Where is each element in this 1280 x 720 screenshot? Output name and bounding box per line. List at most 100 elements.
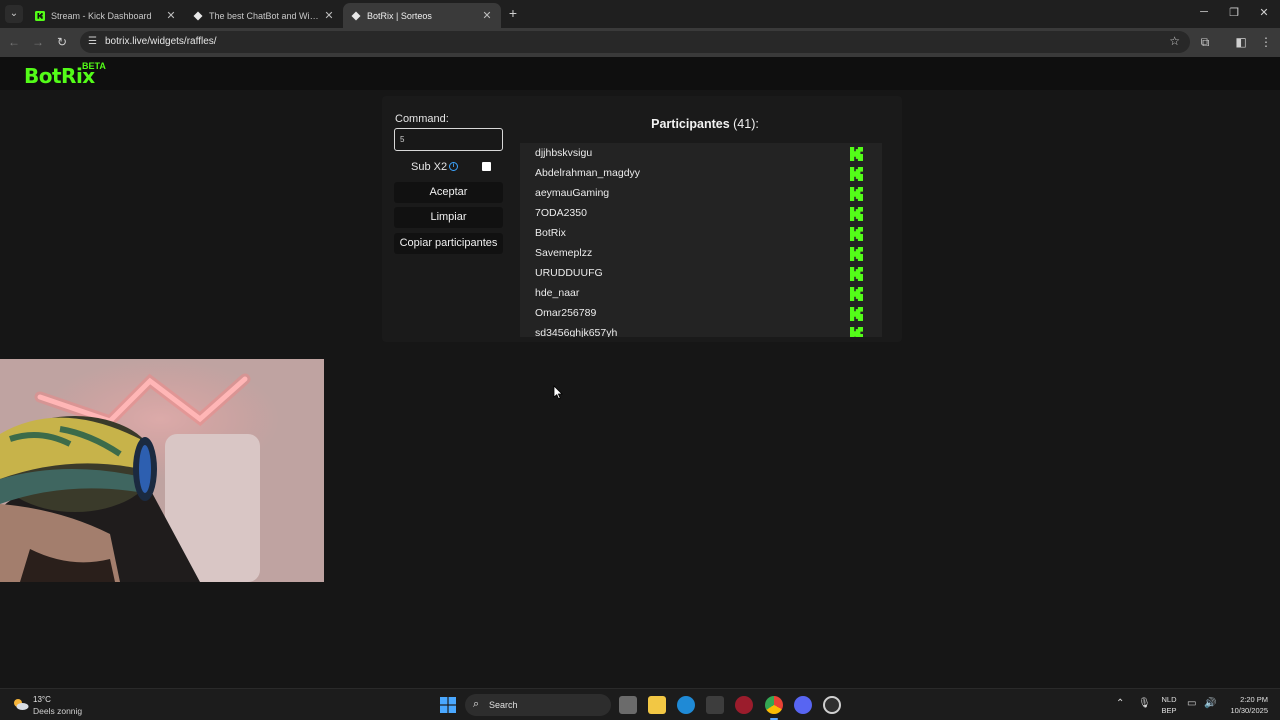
participants-heading: Participantes (41): bbox=[512, 117, 898, 131]
bookmark-star-icon[interactable]: ☆ bbox=[1169, 34, 1180, 48]
botrix-icon bbox=[193, 11, 203, 20]
discord-icon[interactable] bbox=[794, 696, 812, 714]
list-item[interactable]: hde_naar bbox=[520, 283, 866, 303]
list-item[interactable]: Omar256789 bbox=[520, 303, 866, 323]
tab-botrix-sorteos[interactable]: BotRix | Sorteos ✕ bbox=[343, 3, 501, 28]
list-item[interactable]: Savemeplzz bbox=[520, 243, 866, 263]
keyboard-layout: BEP bbox=[1161, 706, 1177, 715]
kick-icon bbox=[850, 327, 863, 337]
kick-icon bbox=[850, 187, 863, 201]
kick-icon bbox=[850, 267, 863, 281]
language-code: NLD bbox=[1161, 695, 1177, 704]
weather-description[interactable]: Deels zonnig bbox=[33, 706, 82, 716]
close-tab-icon[interactable]: ✕ bbox=[481, 9, 493, 22]
microphone-icon[interactable]: 🎙 bbox=[1138, 698, 1151, 709]
participant-name: Omar256789 bbox=[535, 307, 597, 319]
list-scrollbar[interactable]: ▲ ▼ bbox=[880, 143, 882, 337]
chrome-icon[interactable] bbox=[765, 696, 783, 720]
sub-x2-row: Sub X2 i bbox=[394, 158, 503, 176]
network-icon[interactable]: ▭ bbox=[1187, 698, 1196, 709]
search-label: Search bbox=[489, 700, 518, 710]
clock-time: 2:20 PM bbox=[1240, 695, 1268, 704]
browser-tab-bar: ⌄ Stream - Kick Dashboard ✕ The best Cha… bbox=[0, 0, 1280, 28]
participant-name: BotRix bbox=[535, 227, 566, 239]
forward-icon[interactable]: → bbox=[30, 34, 46, 50]
tab-botrix-home[interactable]: The best ChatBot and Widgets ✕ bbox=[185, 3, 343, 28]
copy-participants-button[interactable]: Copiar participantes bbox=[394, 233, 503, 254]
browser-toolbar: ← → ↻ ☰ botrix.live/widgets/raffles/ ☆ ⧉… bbox=[0, 28, 1280, 57]
kick-icon bbox=[850, 147, 863, 161]
mouse-cursor-icon bbox=[553, 385, 563, 400]
windows-start-icon[interactable] bbox=[440, 697, 456, 713]
clock[interactable]: 2:20 PM 10/30/2025 bbox=[1222, 694, 1268, 716]
kick-icon bbox=[850, 247, 863, 261]
kick-icon bbox=[850, 287, 863, 301]
edge-icon[interactable] bbox=[677, 696, 695, 714]
clear-button[interactable]: Limpiar bbox=[394, 207, 503, 228]
list-item[interactable]: djjhbskvsigu bbox=[520, 143, 866, 163]
participant-name: aeymauGaming bbox=[535, 187, 610, 199]
tab-kick-dashboard[interactable]: Stream - Kick Dashboard ✕ bbox=[27, 3, 185, 28]
search-icon: ⌕ bbox=[473, 698, 480, 710]
minimize-icon[interactable]: ─ bbox=[1196, 6, 1212, 18]
new-tab-button[interactable]: + bbox=[505, 4, 521, 22]
address-bar[interactable]: ☰ botrix.live/widgets/raffles/ ☆ bbox=[80, 31, 1190, 53]
sub-x2-label: Sub X2 bbox=[411, 161, 448, 173]
tab-search-button[interactable]: ⌄ bbox=[5, 5, 23, 23]
participant-name: sd3456ghjk657yh bbox=[535, 327, 618, 337]
kick-icon bbox=[850, 167, 863, 181]
list-item[interactable]: URUDDUUFG bbox=[520, 263, 866, 283]
kick-icon bbox=[850, 307, 863, 321]
botrix-icon bbox=[351, 11, 361, 20]
volume-icon[interactable]: 🔊 bbox=[1204, 698, 1216, 709]
partly-sunny-icon[interactable] bbox=[12, 697, 29, 711]
close-tab-icon[interactable]: ✕ bbox=[323, 9, 335, 22]
clock-date: 10/30/2025 bbox=[1230, 706, 1268, 715]
participant-name: djjhbskvsigu bbox=[535, 147, 593, 159]
participant-name: hde_naar bbox=[535, 287, 580, 299]
restore-icon[interactable]: ❐ bbox=[1226, 6, 1242, 19]
opera-icon[interactable] bbox=[735, 696, 753, 714]
weather-temperature[interactable]: 13°C bbox=[33, 695, 51, 704]
close-tab-icon[interactable]: ✕ bbox=[165, 9, 177, 22]
kick-icon bbox=[35, 10, 45, 21]
list-item[interactable]: 7ODA2350 bbox=[520, 203, 866, 223]
tab-label: The best ChatBot and Widgets bbox=[209, 10, 323, 21]
file-explorer-icon[interactable] bbox=[648, 696, 666, 714]
participants-list[interactable]: djjhbskvsigu Abdelrahman_magdyy aeymauGa… bbox=[520, 143, 882, 337]
info-icon[interactable]: i bbox=[449, 162, 458, 171]
participant-name: 7ODA2350 bbox=[535, 207, 587, 219]
extensions-icon[interactable]: ⧉ bbox=[1197, 34, 1213, 50]
close-window-icon[interactable]: ✕ bbox=[1256, 6, 1272, 19]
show-hidden-icons-icon[interactable]: ⌃ bbox=[1116, 698, 1124, 709]
participant-name: Abdelrahman_magdyy bbox=[535, 167, 641, 179]
site-info-icon[interactable]: ☰ bbox=[88, 36, 100, 48]
list-item[interactable]: sd3456ghjk657yh bbox=[520, 323, 866, 337]
raffle-panel: Command: Sub X2 i Aceptar Limpiar Copiar… bbox=[382, 96, 902, 342]
webcam-video bbox=[0, 359, 324, 582]
taskbar: 13°C Deels zonnig ⌕ Search ⌃ 🎙 NLD BEP ▭… bbox=[0, 688, 1280, 720]
profile-icon[interactable]: ◧ bbox=[1233, 34, 1249, 50]
command-label: Command: bbox=[395, 113, 449, 125]
app-icon[interactable] bbox=[823, 696, 841, 714]
url-text[interactable]: botrix.live/widgets/raffles/ bbox=[105, 36, 217, 47]
kick-icon bbox=[850, 207, 863, 221]
task-view-icon[interactable] bbox=[619, 696, 637, 714]
list-item[interactable]: Abdelrahman_magdyy bbox=[520, 163, 866, 183]
participants-count: (41): bbox=[733, 117, 759, 131]
menu-icon[interactable]: ⋮ bbox=[1258, 34, 1274, 50]
back-icon[interactable]: ← bbox=[6, 34, 22, 50]
participant-name: URUDDUUFG bbox=[535, 267, 603, 279]
kick-icon bbox=[850, 227, 863, 241]
list-item[interactable]: aeymauGaming bbox=[520, 183, 866, 203]
language-indicator[interactable]: NLD BEP bbox=[1160, 694, 1178, 716]
accept-button[interactable]: Aceptar bbox=[394, 182, 503, 203]
list-item[interactable]: BotRix bbox=[520, 223, 866, 243]
store-icon[interactable] bbox=[706, 696, 724, 714]
command-input[interactable] bbox=[394, 128, 503, 151]
tab-label: Stream - Kick Dashboard bbox=[51, 10, 152, 21]
taskbar-search[interactable]: ⌕ Search bbox=[465, 694, 611, 716]
sub-x2-checkbox[interactable] bbox=[482, 162, 491, 171]
participants-title: Participantes bbox=[651, 117, 730, 131]
reload-icon[interactable]: ↻ bbox=[54, 34, 70, 50]
